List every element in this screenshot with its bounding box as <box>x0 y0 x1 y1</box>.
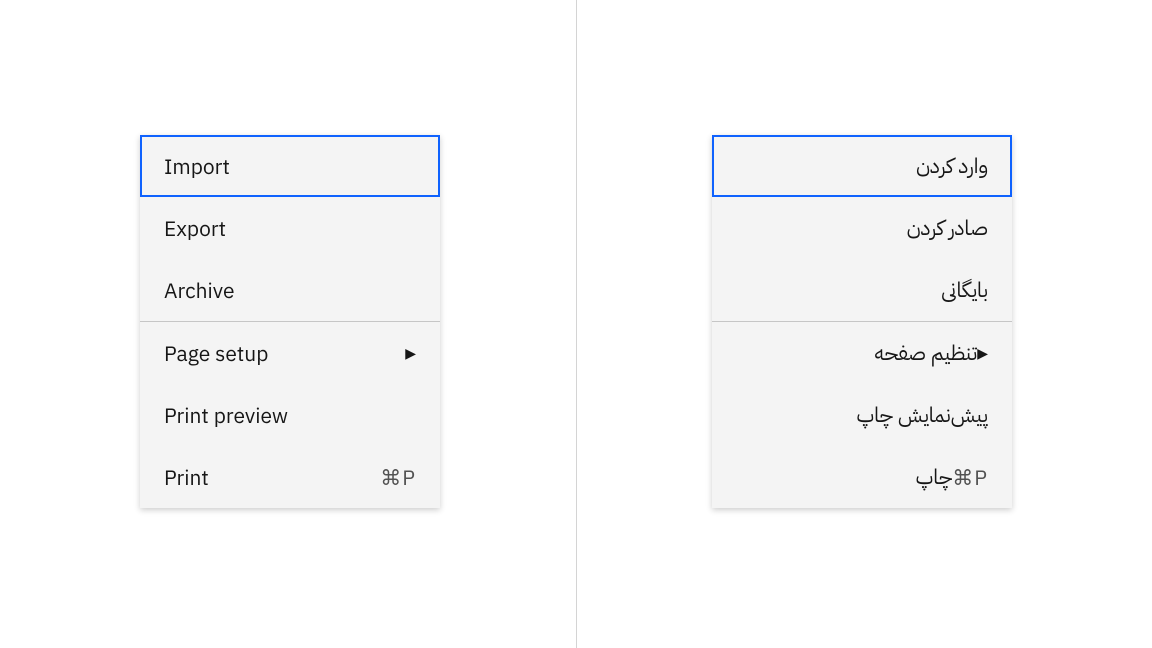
menu-item-label: چاپ <box>736 461 952 493</box>
menu-item-export[interactable]: Export <box>140 197 440 259</box>
submenu-arrow-icon: ▶ <box>405 344 416 362</box>
menu-item-label: Page setup <box>164 339 405 367</box>
menu-item-import[interactable]: Import <box>140 135 440 197</box>
context-menu-rtl: وارد کردن صادر کردن بایگانی تنظیم صفحه ▶… <box>712 135 1012 508</box>
menu-item-label: تنظیم صفحه <box>736 337 977 369</box>
menu-item-label: وارد کردن <box>736 150 988 182</box>
keyboard-shortcut: ⌘P <box>952 463 988 491</box>
context-menu-ltr: Import Export Archive Page setup ▶ Print… <box>140 135 440 508</box>
menu-item-page-setup[interactable]: تنظیم صفحه ▶ <box>712 322 1012 384</box>
menu-item-label: صادر کردن <box>736 212 988 244</box>
menu-item-print-preview[interactable]: Print preview <box>140 384 440 446</box>
keyboard-shortcut: ⌘P <box>380 463 416 491</box>
menu-item-print-preview[interactable]: پیش‌نمایش چاپ <box>712 384 1012 446</box>
menu-item-print[interactable]: چاپ ⌘P <box>712 446 1012 508</box>
menu-item-export[interactable]: صادر کردن <box>712 197 1012 259</box>
menu-item-page-setup[interactable]: Page setup ▶ <box>140 322 440 384</box>
submenu-arrow-icon: ▶ <box>977 344 988 362</box>
menu-item-archive[interactable]: Archive <box>140 259 440 321</box>
menu-item-label: بایگانی <box>736 274 988 306</box>
menu-item-label: Print <box>164 463 380 491</box>
menu-item-print[interactable]: Print ⌘P <box>140 446 440 508</box>
menu-item-label: Archive <box>164 276 416 304</box>
menu-item-archive[interactable]: بایگانی <box>712 259 1012 321</box>
menu-item-label: Export <box>164 214 416 242</box>
panel-divider <box>576 0 577 648</box>
menu-item-label: Import <box>164 152 416 180</box>
menu-item-label: Print preview <box>164 401 416 429</box>
menu-item-import[interactable]: وارد کردن <box>712 135 1012 197</box>
menu-item-label: پیش‌نمایش چاپ <box>736 399 988 431</box>
